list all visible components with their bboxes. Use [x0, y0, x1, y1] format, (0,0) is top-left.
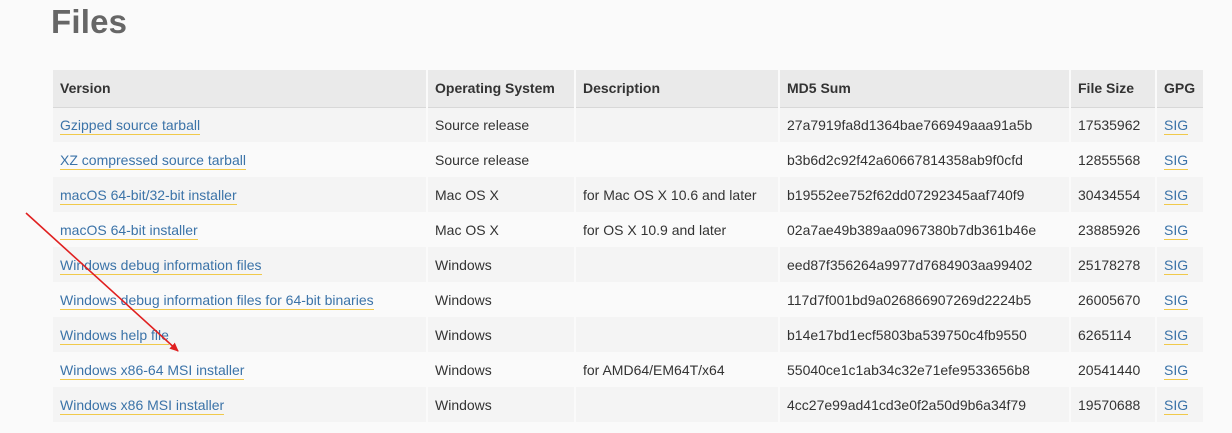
file-size-cell: 23885926: [1069, 212, 1157, 247]
table-row: Windows help file Windows b14e17bd1ecf5803…: [51, 317, 1205, 352]
description-cell: [574, 247, 780, 282]
os-cell: Windows: [426, 317, 576, 352]
file-size-cell: 6265114: [1069, 317, 1157, 352]
description-cell: [574, 387, 780, 422]
md5-cell: b3b6d2c92f42a60667814358ab9f0cfd: [778, 142, 1071, 177]
gpg-sig-link[interactable]: SIG: [1164, 291, 1189, 310]
version-link[interactable]: Windows debug information files for 64-b…: [60, 291, 374, 310]
version-link[interactable]: macOS 64-bit/32-bit installer: [60, 186, 237, 205]
gpg-sig-link[interactable]: SIG: [1164, 326, 1189, 345]
table-row: XZ compressed source tarball Source relea…: [51, 142, 1205, 177]
version-link[interactable]: Windows help file: [60, 326, 169, 345]
table-row: macOS 64-bit/32-bit installer Mac OS Xfor…: [51, 177, 1205, 212]
gpg-cell: SIG: [1155, 177, 1205, 212]
files-table: Version Operating System Description MD5…: [51, 70, 1205, 422]
file-size-cell: 12855568: [1069, 142, 1157, 177]
version-cell: macOS 64-bit/32-bit installer: [51, 177, 428, 212]
column-header-md5: MD5 Sum: [778, 70, 1071, 108]
file-size-cell: 30434554: [1069, 177, 1157, 212]
md5-cell: 02a7ae49b389aa0967380b7db361b46e: [778, 212, 1071, 247]
os-cell: Source release: [426, 107, 576, 142]
file-size-cell: 26005670: [1069, 282, 1157, 317]
table-row: Windows debug information files for 64-b…: [51, 282, 1205, 317]
table-row: Windows x86 MSI installer Windows 4cc27e99…: [51, 387, 1205, 422]
md5-cell: b19552ee752f62dd07292345aaf740f9: [778, 177, 1071, 212]
description-cell: [574, 317, 780, 352]
file-size-cell: 20541440: [1069, 352, 1157, 387]
gpg-cell: SIG: [1155, 142, 1205, 177]
version-link[interactable]: XZ compressed source tarball: [60, 151, 246, 170]
gpg-cell: SIG: [1155, 212, 1205, 247]
gpg-sig-link[interactable]: SIG: [1164, 361, 1189, 380]
os-cell: Windows: [426, 247, 576, 282]
version-cell: Windows x86 MSI installer: [51, 387, 428, 422]
column-header-file-size: File Size: [1069, 70, 1157, 108]
version-cell: Windows debug information files for 64-b…: [51, 282, 428, 317]
os-cell: Windows: [426, 282, 576, 317]
page: Files Version Operating System Descripti…: [0, 0, 1232, 433]
file-size-cell: 25178278: [1069, 247, 1157, 282]
version-cell: Windows x86-64 MSI installer: [51, 352, 428, 387]
version-link[interactable]: macOS 64-bit installer: [60, 221, 198, 240]
gpg-sig-link[interactable]: SIG: [1164, 396, 1189, 415]
version-link[interactable]: Windows x86 MSI installer: [60, 396, 225, 415]
file-size-cell: 19570688: [1069, 387, 1157, 422]
os-cell: Source release: [426, 142, 576, 177]
description-cell: for Mac OS X 10.6 and later: [574, 177, 780, 212]
md5-cell: eed87f356264a9977d7684903aa99402: [778, 247, 1071, 282]
gpg-sig-link[interactable]: SIG: [1164, 116, 1189, 135]
version-link[interactable]: Windows debug information files: [60, 256, 262, 275]
gpg-cell: SIG: [1155, 247, 1205, 282]
gpg-sig-link[interactable]: SIG: [1164, 256, 1189, 275]
os-cell: Mac OS X: [426, 212, 576, 247]
gpg-sig-link[interactable]: SIG: [1164, 221, 1189, 240]
gpg-cell: SIG: [1155, 317, 1205, 352]
md5-cell: 55040ce1c1ab34c32e71efe9533656b8: [778, 352, 1071, 387]
version-cell: Gzipped source tarball: [51, 107, 428, 142]
table-row: Windows x86-64 MSI installer Windows for A…: [51, 352, 1205, 387]
page-title: Files: [51, 3, 128, 40]
version-cell: XZ compressed source tarball: [51, 142, 428, 177]
description-cell: [574, 142, 780, 177]
version-cell: macOS 64-bit installer: [51, 212, 428, 247]
os-cell: Windows: [426, 387, 576, 422]
version-link[interactable]: Windows x86-64 MSI installer: [60, 361, 245, 380]
version-cell: Windows help file: [51, 317, 428, 352]
gpg-sig-link[interactable]: SIG: [1164, 186, 1189, 205]
column-header-description: Description: [574, 70, 780, 108]
version-cell: Windows debug information files: [51, 247, 428, 282]
table-row: Windows debug information files Windows ee…: [51, 247, 1205, 282]
column-header-version: Version: [51, 70, 428, 108]
md5-cell: 4cc27e99ad41cd3e0f2a50d9b6a34f79: [778, 387, 1071, 422]
description-cell: [574, 107, 780, 142]
md5-cell: 27a7919fa8d1364bae766949aaa91a5b: [778, 107, 1071, 142]
table-row: Gzipped source tarball Source release 27a7…: [51, 107, 1205, 142]
gpg-sig-link[interactable]: SIG: [1164, 151, 1189, 170]
os-cell: Mac OS X: [426, 177, 576, 212]
md5-cell: 117d7f001bd9a026866907269d2224b5: [778, 282, 1071, 317]
md5-cell: b14e17bd1ecf5803ba539750c4fb9550: [778, 317, 1071, 352]
gpg-cell: SIG: [1155, 282, 1205, 317]
description-cell: for AMD64/EM64T/x64: [574, 352, 780, 387]
description-cell: for OS X 10.9 and later: [574, 212, 780, 247]
column-header-gpg: GPG: [1155, 70, 1205, 108]
file-size-cell: 17535962: [1069, 107, 1157, 142]
gpg-cell: SIG: [1155, 352, 1205, 387]
column-header-os: Operating System: [426, 70, 576, 108]
gpg-cell: SIG: [1155, 107, 1205, 142]
description-cell: [574, 282, 780, 317]
table-header-row: Version Operating System Description MD5…: [51, 70, 1205, 108]
os-cell: Windows: [426, 352, 576, 387]
version-link[interactable]: Gzipped source tarball: [60, 116, 201, 135]
gpg-cell: SIG: [1155, 387, 1205, 422]
table-row: macOS 64-bit installer Mac OS Xfor OS X 1…: [51, 212, 1205, 247]
